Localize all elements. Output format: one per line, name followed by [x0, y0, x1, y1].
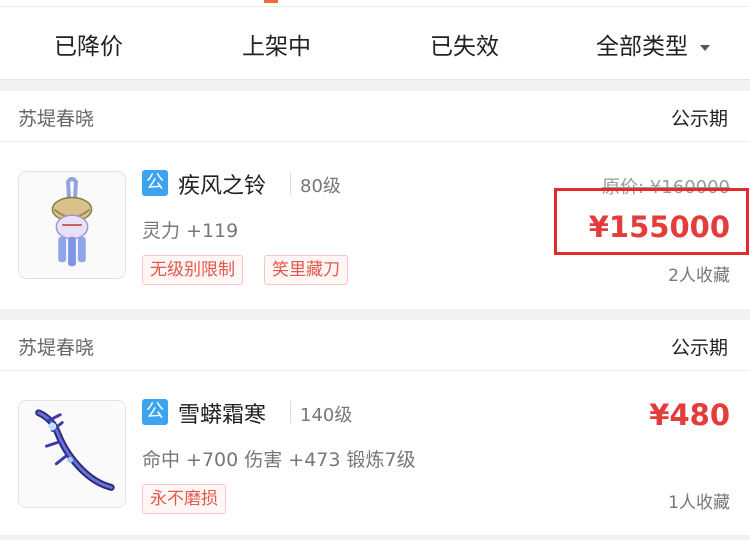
item-attributes: 灵力 +119 — [142, 220, 239, 242]
card-header: 苏堤春晓 公示期 — [0, 320, 750, 371]
item-thumbnail[interactable] — [18, 171, 126, 279]
active-tab-indicator — [264, 0, 278, 3]
public-notice-badge: 公 — [142, 170, 168, 196]
status-badge: 公示期 — [670, 337, 728, 359]
item-tag: 无级别限制 — [142, 255, 243, 285]
item-attributes: 命中 +700 伤害 +473 锻炼7级 — [142, 449, 416, 471]
type-filter-label: 全部类型 — [596, 34, 688, 60]
card-header: 苏堤春晓 公示期 — [0, 91, 750, 142]
item-name[interactable]: 疾风之铃 — [178, 168, 266, 200]
divider — [290, 401, 291, 423]
tab-on-shelf[interactable]: 上架中 — [242, 27, 311, 61]
filter-bar: 已降价 上架中 已失效 全部类型 — [0, 0, 750, 80]
divider — [0, 6, 750, 7]
seller-name: 苏堤春晓 — [18, 337, 95, 359]
type-filter-dropdown[interactable]: 全部类型 — [596, 27, 710, 61]
item-tag: 笑里藏刀 — [264, 255, 348, 285]
tab-expired[interactable]: 已失效 — [430, 27, 499, 61]
item-tag: 永不磨损 — [142, 484, 226, 514]
listing-card[interactable]: 苏堤春晓 公示期 公 雪蟒霜寒 140级 命中 +700 伤害 +473 锻炼7… — [0, 320, 750, 535]
seller-name: 苏堤春晓 — [18, 108, 95, 130]
favorites-count: 1人收藏 — [668, 493, 730, 513]
item-level: 140级 — [300, 405, 353, 426]
public-notice-badge: 公 — [142, 399, 168, 425]
item-level: 80级 — [300, 176, 341, 197]
item-name[interactable]: 雪蟒霜寒 — [178, 397, 266, 429]
favorites-count: 2人收藏 — [668, 266, 730, 286]
whip-weapon-icon — [19, 401, 125, 507]
item-thumbnail[interactable] — [18, 400, 126, 508]
tab-price-dropped[interactable]: 已降价 — [54, 27, 123, 61]
divider — [290, 172, 291, 194]
bell-charm-icon — [19, 172, 125, 278]
price-highlight-box — [554, 188, 749, 255]
chevron-down-icon — [700, 44, 710, 51]
item-price: ¥480 — [649, 398, 730, 432]
status-badge: 公示期 — [670, 108, 728, 130]
